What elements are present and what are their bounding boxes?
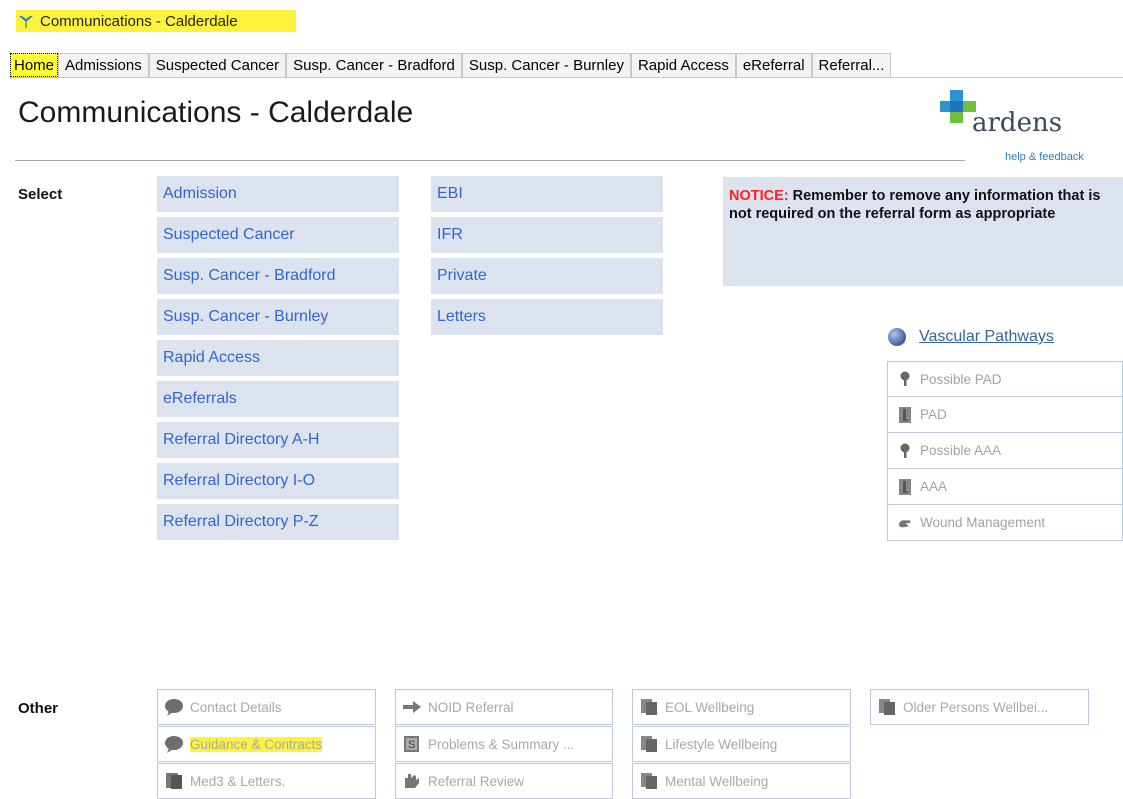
med3-letters-button[interactable]: Med3 & Letters. [157,763,376,799]
lifestyle-wellbeing-label: Lifestyle Wellbeing [665,736,778,752]
help-feedback-link[interactable]: help & feedback [1005,151,1084,163]
documents-icon [641,736,657,752]
documents-icon [641,699,657,715]
older-persons-wellbeing-label: Older Persons Wellbei... [903,699,1049,715]
aaa-button[interactable]: AAA [887,469,1123,505]
wound-management-label: Wound Management [920,515,1046,530]
vascular-pathways-header: Vascular Pathways [888,328,1054,346]
ardens-app-icon [19,16,33,28]
window-title-bar: Communications - Calderdale [16,10,296,32]
arrow-right-icon [403,701,421,713]
select-label: Select [18,186,63,203]
tab-strip: Home Admissions Suspected Cancer Susp. C… [10,53,1123,78]
ereferrals-button[interactable]: eReferrals [157,381,399,417]
referral-directory-a-h-button[interactable]: Referral Directory A-H [157,422,399,458]
summary-sheet-icon: S [404,736,419,752]
noid-referral-button[interactable]: NOID Referral [395,689,613,725]
vascular-pathways-link[interactable]: Vascular Pathways [919,328,1054,346]
letters-button[interactable]: Letters [431,299,663,335]
admission-button[interactable]: Admission [157,176,399,212]
ardens-logo: ardens help & feedback [940,88,1123,168]
tab-suspected-cancer[interactable]: Suspected Cancer [148,53,287,77]
possible-pad-label: Possible PAD [920,371,1002,387]
possible-aaa-button[interactable]: Possible AAA [887,433,1123,469]
question-pin-icon [898,443,912,459]
globe-icon [888,328,906,346]
referral-review-button[interactable]: Referral Review [395,763,613,799]
tab-home[interactable]: Home [10,53,59,77]
problems-summary-label: Problems & Summary ... [428,736,575,752]
lifestyle-wellbeing-button[interactable]: Lifestyle Wellbeing [632,726,851,762]
noid-referral-label: NOID Referral [428,699,514,715]
referral-directory-p-z-button[interactable]: Referral Directory P-Z [157,504,399,540]
referral-review-label: Referral Review [428,773,525,789]
eol-wellbeing-label: EOL Wellbeing [665,699,755,715]
hand-icon [405,774,419,788]
header-divider [15,160,965,161]
leg-icon [898,406,912,423]
window-title: Communications - Calderdale [40,12,238,30]
speech-bubble-icon [165,736,183,753]
tab-referral-overflow[interactable]: Referral... [811,53,892,77]
pad-label: PAD [920,407,947,422]
private-button[interactable]: Private [431,258,663,294]
eol-wellbeing-button[interactable]: EOL Wellbeing [632,689,851,725]
question-pin-icon [898,371,912,387]
vascular-pathways-list: Possible PAD PAD Possible AAA AAA Wound … [887,361,1123,541]
aaa-label: AAA [920,479,948,494]
tab-ereferral[interactable]: eReferral [735,53,812,77]
suspected-cancer-button[interactable]: Suspected Cancer [157,217,399,253]
logo-wordmark: ardens [972,108,1063,138]
pad-button[interactable]: PAD [887,397,1123,433]
possible-pad-button[interactable]: Possible PAD [887,361,1123,397]
contact-details-label: Contact Details [190,699,282,715]
mental-wellbeing-label: Mental Wellbeing [665,773,769,789]
ebi-button[interactable]: EBI [431,176,663,212]
tab-susp-cancer-burnley[interactable]: Susp. Cancer - Burnley [461,53,631,77]
mental-wellbeing-button[interactable]: Mental Wellbeing [632,763,851,799]
tab-rapid-access[interactable]: Rapid Access [630,53,736,77]
guidance-contracts-button[interactable]: Guidance & Contracts [157,726,376,762]
other-label: Other [18,700,59,717]
contact-details-button[interactable]: Contact Details [157,689,376,725]
possible-aaa-label: Possible AAA [920,443,1002,458]
rapid-access-button[interactable]: Rapid Access [157,340,399,376]
documents-icon [879,699,895,715]
tab-susp-cancer-bradford[interactable]: Susp. Cancer - Bradford [286,53,462,77]
notice-box: NOTICE: Remember to remove any informati… [723,177,1123,286]
hand-icon [898,515,912,531]
susp-cancer-burnley-button[interactable]: Susp. Cancer - Burnley [157,299,399,335]
ifr-button[interactable]: IFR [431,217,663,253]
page-title: Communications - Calderdale [18,96,414,129]
svg-text:S: S [408,739,415,751]
notice-prefix: NOTICE: [729,188,789,204]
guidance-contracts-label: Guidance & Contracts [190,736,323,752]
leg-icon [898,478,912,495]
wound-management-button[interactable]: Wound Management [887,505,1123,541]
older-persons-wellbeing-button[interactable]: Older Persons Wellbei... [870,689,1089,725]
document-icon [166,773,182,789]
referral-directory-i-o-button[interactable]: Referral Directory I-O [157,463,399,499]
med3-letters-label: Med3 & Letters. [190,773,286,789]
documents-icon [641,773,657,789]
problems-summary-button[interactable]: S Problems & Summary ... [395,726,613,762]
susp-cancer-bradford-button[interactable]: Susp. Cancer - Bradford [157,258,399,294]
speech-bubble-icon [165,699,183,716]
tab-admissions[interactable]: Admissions [58,53,149,77]
